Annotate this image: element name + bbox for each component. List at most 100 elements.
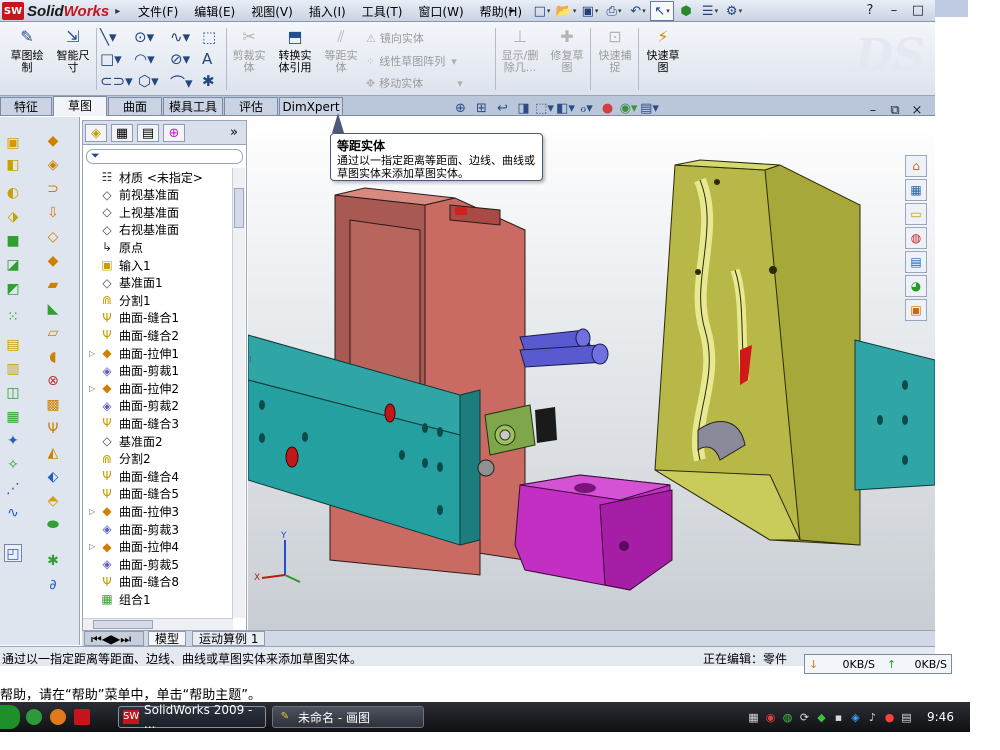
- tree-item[interactable]: ◇ 前视基准面: [89, 186, 179, 204]
- tree-item[interactable]: ◈ 曲面-剪裁5: [89, 555, 179, 573]
- tab-features[interactable]: 特征: [0, 97, 52, 115]
- cut-with-surface-icon[interactable]: ∂: [44, 576, 62, 594]
- ellipse-icon[interactable]: ⊘▾: [170, 50, 190, 68]
- tree-item[interactable]: ◇ 基准面2: [89, 432, 162, 450]
- knit-surface-icon[interactable]: ⬘: [44, 492, 62, 510]
- revolve-boss-icon[interactable]: ◧: [4, 156, 22, 174]
- network-icon[interactable]: ◍: [779, 711, 796, 724]
- configuration-manager-tab-icon[interactable]: ▤: [137, 124, 159, 142]
- save-icon[interactable]: ▣ ▾: [578, 1, 602, 21]
- tree-item[interactable]: ◇ 右视基准面: [89, 221, 179, 239]
- tab-evaluate[interactable]: 评估: [224, 97, 278, 115]
- connection-icon[interactable]: ▪: [830, 711, 847, 724]
- new-document-icon[interactable]: □ ▾: [530, 1, 554, 21]
- tab-model[interactable]: 模型: [148, 631, 187, 646]
- fillet-feature-icon[interactable]: ◩: [4, 280, 22, 298]
- polygon-icon[interactable]: ⬡▾: [138, 72, 159, 90]
- point-icon[interactable]: ✱: [202, 72, 215, 90]
- trim-surface-icon[interactable]: ◭: [44, 444, 62, 462]
- solidworks-resources-icon[interactable]: ⌂: [905, 155, 927, 177]
- offset-surface-icon[interactable]: ◣: [44, 300, 62, 318]
- axis-icon[interactable]: ⋰: [4, 480, 22, 498]
- keyboard-icon[interactable]: ▦: [745, 711, 762, 724]
- surface-revolve-icon[interactable]: ◈: [44, 156, 62, 174]
- filled-surface-icon[interactable]: ◆: [44, 252, 62, 270]
- search-icon[interactable]: ◍: [905, 227, 927, 249]
- custom-properties-icon[interactable]: ▣: [905, 299, 927, 321]
- display-style-icon[interactable]: ◧▾: [555, 100, 576, 118]
- select-arrow-icon[interactable]: ↖ ▾: [650, 1, 674, 21]
- expand-arrow-icon[interactable]: ▷: [89, 349, 99, 358]
- ejector-screws[interactable]: [519, 328, 609, 368]
- text-icon[interactable]: A: [202, 50, 212, 68]
- alert-icon[interactable]: ●: [881, 711, 898, 724]
- linear-pattern-button[interactable]: ⁘ 线性草图阵列 ▾: [366, 53, 461, 69]
- pattern-icon[interactable]: ⁙: [4, 308, 22, 326]
- olive-cavity-block[interactable]: [654, 159, 861, 546]
- circle-icon[interactable]: ⊙▾: [134, 28, 154, 46]
- surface-sweep-icon[interactable]: ⊃: [44, 180, 62, 198]
- line-icon[interactable]: ╲▾: [100, 28, 117, 46]
- shell-icon[interactable]: ◫: [4, 384, 22, 402]
- tree-item[interactable]: ▷ ◆ 曲面-拉伸3: [89, 502, 179, 520]
- quicklaunch-media-icon[interactable]: [50, 709, 66, 725]
- rebuild-icon[interactable]: ⬢: [674, 1, 698, 21]
- tree-item[interactable]: Ψ 曲面-缝合1: [89, 309, 179, 327]
- thicken-icon[interactable]: ⬬: [44, 516, 62, 534]
- sweep-icon[interactable]: ◐: [4, 184, 22, 202]
- surface-loft-icon[interactable]: ⇩: [44, 204, 62, 222]
- scroll-thumb[interactable]: [93, 620, 153, 629]
- section-view-icon[interactable]: ◨: [513, 100, 534, 118]
- helix-icon[interactable]: ∿: [4, 504, 22, 522]
- smart-dimension-button[interactable]: ⇲ 智能尺 寸: [50, 26, 96, 74]
- menu-edit[interactable]: 编辑(E): [186, 3, 243, 20]
- pin-menu-icon[interactable]: ⌖: [508, 3, 515, 18]
- expand-arrow-icon[interactable]: ▷: [89, 507, 99, 516]
- tree-item[interactable]: ◇ 基准面1: [89, 274, 162, 292]
- apply-scene-icon[interactable]: ◉▾: [618, 100, 639, 118]
- menu-view[interactable]: 视图(V): [243, 3, 301, 20]
- tree-item[interactable]: Ψ 曲面-缝合5: [89, 485, 179, 503]
- maximize-button[interactable]: □: [906, 1, 930, 20]
- quicklaunch-solidworks-icon[interactable]: [74, 709, 90, 725]
- previous-view-icon[interactable]: ↩: [492, 100, 513, 118]
- purple-slider-block[interactable]: [514, 474, 673, 591]
- tree-item[interactable]: Ψ 曲面-缝合4: [89, 467, 179, 485]
- taskbar-task-solidworks[interactable]: SW SolidWorks 2009 - ...: [118, 703, 266, 731]
- tree-item[interactable]: ◈ 曲面-剪裁3: [89, 520, 179, 538]
- quick-snaps-button[interactable]: ⊡ 快速捕 捉: [592, 26, 638, 74]
- tree-item[interactable]: ◇ 上视基准面: [89, 203, 179, 221]
- graphics-area[interactable]: Y X ⁞: [248, 117, 935, 630]
- tab-motion-study[interactable]: 运动算例 1: [192, 631, 266, 646]
- curves-icon[interactable]: ✦: [4, 432, 22, 450]
- expand-arrow-icon[interactable]: ▷: [89, 542, 99, 551]
- tab-sketch[interactable]: 草图: [53, 96, 107, 116]
- view-orientation-icon[interactable]: ⬚▾: [534, 100, 555, 118]
- delete-face-icon[interactable]: ⊗: [44, 372, 62, 390]
- tab-mold-tools[interactable]: 模具工具: [163, 97, 223, 115]
- minimize-button[interactable]: –: [882, 1, 906, 20]
- file-explorer-icon[interactable]: ▭: [905, 203, 927, 225]
- slot-icon[interactable]: ⊂⊃▾: [100, 72, 133, 90]
- untrim-surface-icon[interactable]: ⬖: [44, 468, 62, 486]
- boundary-surface-icon[interactable]: ◇: [44, 228, 62, 246]
- tree-item[interactable]: ↳ 原点: [89, 238, 143, 256]
- viewport-close-icon[interactable]: ×: [906, 103, 928, 118]
- fillet-icon[interactable]: ⌒▾: [170, 72, 193, 93]
- logo-dropdown-icon[interactable]: ▸: [115, 6, 120, 17]
- point-grid-icon[interactable]: ⬚: [202, 28, 216, 46]
- model-viewport[interactable]: Y X ⁞: [248, 117, 935, 630]
- menu-file[interactable]: 文件(F): [130, 3, 186, 20]
- mirror-feature-icon[interactable]: ▦: [4, 408, 22, 426]
- menu-help[interactable]: 帮助(H): [472, 3, 530, 20]
- expand-panel-icon[interactable]: »: [223, 124, 245, 142]
- repair-sketch-button[interactable]: ✚ 修复草 图: [544, 26, 590, 74]
- update-icon[interactable]: ⟳: [796, 711, 813, 724]
- appearances-icon[interactable]: ◕: [905, 275, 927, 297]
- reference-geometry-icon[interactable]: ✧: [4, 456, 22, 474]
- shield-icon[interactable]: ◈: [847, 711, 864, 724]
- zoom-to-fit-icon[interactable]: ⊕: [450, 100, 471, 118]
- tree-item[interactable]: ▷ ◆ 曲面-拉伸2: [89, 379, 179, 397]
- view-settings-icon[interactable]: ▤▾: [639, 100, 660, 118]
- tree-item[interactable]: Ψ 曲面-缝合3: [89, 414, 179, 432]
